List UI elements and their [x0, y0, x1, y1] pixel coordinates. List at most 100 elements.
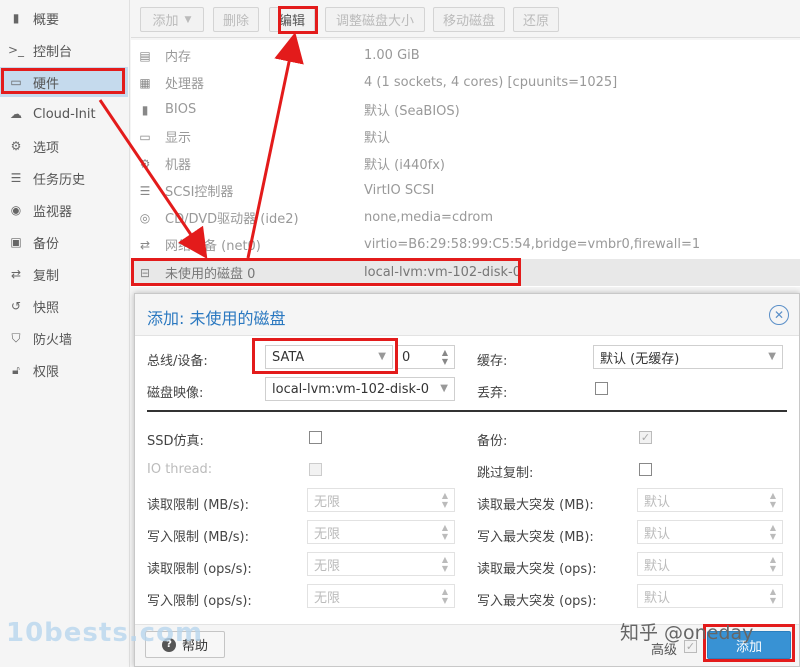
close-icon[interactable]: ✕ — [769, 305, 789, 325]
add-button[interactable]: 添加 ▼ — [140, 7, 204, 32]
hardware-row-display[interactable]: ▭ 显示 默认 — [131, 123, 800, 150]
read-burst-ops-input[interactable]: 默认 ▲ ▼ — [637, 552, 783, 576]
spinner-icon[interactable]: ▲ ▼ — [436, 489, 454, 511]
placeholder-text: 默认 — [644, 494, 671, 510]
sidebar-item-label: 防火墙 — [33, 332, 73, 348]
toolbar: 添加 ▼ 删除 编辑 调整磁盘大小 移动磁盘 还原 — [131, 0, 800, 38]
write-burst-mb-input[interactable]: 默认 ▲ ▼ — [637, 520, 783, 544]
cache-select-value: 默认 (无缓存) — [600, 351, 680, 367]
backup-label: 备份: — [477, 434, 508, 449]
ssd-label: SSD仿真: — [147, 434, 204, 449]
spinner-icon[interactable]: ▲ ▼ — [436, 346, 454, 368]
read-burst-mb-input[interactable]: 默认 ▲ ▼ — [637, 488, 783, 512]
sidebar-item-summary[interactable]: ▮ 概要 — [0, 3, 128, 33]
sidebar-item-options[interactable]: ⚙ 选项 — [0, 131, 128, 161]
read-limit-ops-input[interactable]: 无限 ▲ ▼ — [307, 552, 455, 576]
hardware-row-unused-disk[interactable]: ⊟ 未使用的磁盘 0 local-lvm:vm-102-disk-0 — [131, 259, 800, 286]
sidebar-item-label: 硬件 — [33, 76, 60, 92]
hardware-row-bios[interactable]: ▮ BIOS 默认 (SeaBIOS) — [131, 96, 800, 123]
write-limit-ops-input[interactable]: 无限 ▲ ▼ — [307, 584, 455, 608]
sidebar-item-permissions[interactable]: 🔓︎ 权限 — [0, 355, 128, 385]
hardware-grid: ▤ 内存 1.00 GiB ▦ 处理器 4 (1 sockets, 4 core… — [131, 40, 800, 287]
resize-disk-button[interactable]: 调整磁盘大小 — [325, 7, 425, 32]
write-limit-mb-label: 写入限制 (MB/s): — [147, 530, 249, 545]
cdrom-icon: ◎ — [139, 210, 151, 225]
hardware-value: virtio=B6:29:58:99:C5:54,bridge=vmbr0,fi… — [364, 237, 701, 252]
sidebar-item-hardware[interactable]: ▭ 硬件 — [0, 67, 128, 97]
spinner-icon[interactable]: ▲ ▼ — [436, 521, 454, 543]
spinner-icon[interactable]: ▲ ▼ — [436, 585, 454, 607]
sidebar-item-cloud-init[interactable]: ☁ Cloud-Init — [0, 99, 128, 129]
exchange-icon: ⇄ — [139, 237, 151, 252]
hardware-row-processor[interactable]: ▦ 处理器 4 (1 sockets, 4 cores) [cpuunits=1… — [131, 69, 800, 96]
spinner-icon[interactable]: ▲ ▼ — [436, 553, 454, 575]
write-limit-mb-input[interactable]: 无限 ▲ ▼ — [307, 520, 455, 544]
write-burst-mb-label: 写入最大突发 (MB): — [477, 530, 594, 545]
hardware-name: CD/DVD驱动器 (ide2) — [165, 212, 299, 227]
bus-select-value: SATA — [272, 349, 305, 365]
spinner-icon[interactable]: ▲ ▼ — [764, 553, 782, 575]
chevron-down-icon: ▼ — [184, 14, 192, 25]
sidebar-item-snapshots[interactable]: ↺ 快照 — [0, 291, 128, 321]
move-disk-button[interactable]: 移动磁盘 — [433, 7, 505, 32]
revert-button[interactable]: 还原 — [513, 7, 559, 32]
hardware-row-cdrom[interactable]: ◎ CD/DVD驱动器 (ide2) none,media=cdrom — [131, 204, 800, 231]
iothread-checkbox[interactable] — [309, 463, 322, 476]
hardware-name: 显示 — [165, 131, 192, 146]
sidebar-item-task-history[interactable]: ☰ 任务历史 — [0, 163, 128, 193]
hardware-row-machine[interactable]: ⚙ 机器 默认 (i440fx) — [131, 150, 800, 177]
hardware-name: 处理器 — [165, 77, 205, 92]
cogs-icon: ⚙ — [139, 156, 151, 171]
device-number-stepper[interactable]: 0 ▲ ▼ — [395, 345, 455, 369]
spinner-icon[interactable]: ▲ ▼ — [764, 521, 782, 543]
spinner-icon[interactable]: ▲ ▼ — [764, 585, 782, 607]
bus-device-label: 总线/设备: — [147, 354, 208, 369]
database-icon: ☰ — [139, 183, 151, 198]
watermark-left: 10bests.com — [6, 618, 204, 648]
sidebar-item-monitor[interactable]: ◉ 监视器 — [0, 195, 128, 225]
bus-select[interactable]: SATA ▼ — [265, 345, 393, 369]
add-disk-dialog: 添加: 未使用的磁盘 ✕ 总线/设备: SATA ▼ 0 ▲ ▼ 缓存: 默认 (… — [134, 293, 800, 667]
iothread-label: IO thread: — [147, 462, 213, 477]
memory-icon: ▤ — [139, 48, 151, 63]
sidebar-item-firewall[interactable]: ⛉ 防火墙 — [0, 323, 128, 353]
cache-select[interactable]: 默认 (无缓存) ▼ — [593, 345, 783, 369]
cpu-icon: ▦ — [139, 75, 151, 90]
sidebar-item-console[interactable]: >_ 控制台 — [0, 35, 128, 65]
sidebar-item-backup[interactable]: ▣ 备份 — [0, 227, 128, 257]
hardware-name: 机器 — [165, 158, 192, 173]
placeholder-text: 默认 — [644, 526, 671, 542]
hardware-value: VirtIO SCSI — [364, 183, 435, 198]
retweet-icon: ⇄ — [10, 267, 22, 281]
hardware-value: local-lvm:vm-102-disk-0 — [364, 265, 522, 280]
skip-replication-checkbox[interactable] — [639, 463, 652, 476]
sidebar-item-label: 备份 — [33, 236, 60, 252]
watermark-right: 知乎 @oneday — [620, 622, 754, 644]
hardware-row-memory[interactable]: ▤ 内存 1.00 GiB — [131, 42, 800, 69]
remove-button-label: 删除 — [222, 14, 249, 29]
sidebar-item-label: 权限 — [33, 364, 60, 380]
read-burst-ops-label: 读取最大突发 (ops): — [477, 562, 597, 577]
hardware-name: SCSI控制器 — [165, 185, 234, 200]
eye-icon: ◉ — [10, 203, 22, 217]
hardware-name: 内存 — [165, 50, 192, 65]
sidebar-item-label: 快照 — [33, 300, 60, 316]
read-limit-mb-input[interactable]: 无限 ▲ ▼ — [307, 488, 455, 512]
remove-button[interactable]: 删除 — [213, 7, 259, 32]
write-burst-ops-input[interactable]: 默认 ▲ ▼ — [637, 584, 783, 608]
hardware-row-scsi-controller[interactable]: ☰ SCSI控制器 VirtIO SCSI — [131, 177, 800, 204]
backup-checkbox[interactable]: ✓ — [639, 431, 652, 444]
hardware-row-network[interactable]: ⇄ 网络设备 (net0) virtio=B6:29:58:99:C5:54,b… — [131, 231, 800, 258]
discard-checkbox[interactable] — [595, 382, 608, 395]
sidebar-item-label: 任务历史 — [33, 172, 86, 188]
disk-image-select[interactable]: local-lvm:vm-102-disk-0 ▼ — [265, 377, 455, 401]
sidebar-item-replication[interactable]: ⇄ 复制 — [0, 259, 128, 289]
placeholder-text: 无限 — [314, 526, 341, 542]
chevron-down-icon: ▼ — [378, 351, 386, 362]
spinner-icon[interactable]: ▲ ▼ — [764, 489, 782, 511]
unlock-icon: 🔓︎ — [12, 362, 20, 377]
ssd-checkbox[interactable] — [309, 431, 322, 444]
shield-icon: ⛉ — [11, 330, 21, 345]
cloud-icon: ☁ — [10, 107, 22, 121]
edit-button[interactable]: 编辑 — [269, 7, 315, 32]
